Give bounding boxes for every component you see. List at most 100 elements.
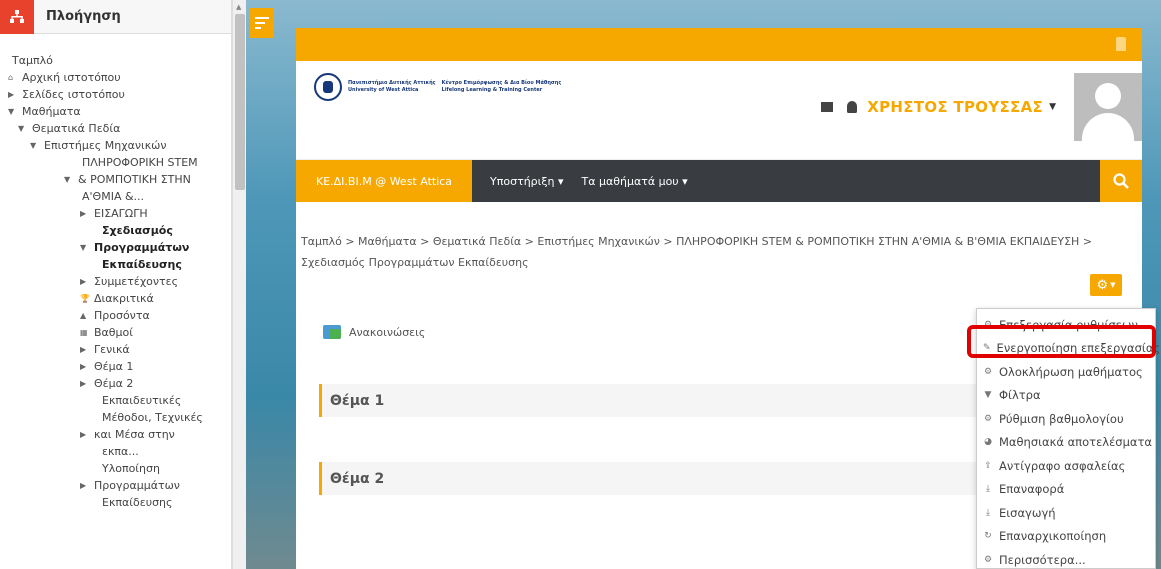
support-menu[interactable]: Υποστήριξη ▾ <box>490 175 563 188</box>
right-icon: ▶ <box>8 90 15 99</box>
sidebar-item-label: & ΡΟΜΠΟΤΙΚΗ ΣΤΗΝ <box>78 173 191 186</box>
sidebar-item[interactable]: ▶ Θέμα 2 <box>8 375 231 392</box>
menu-item[interactable]: ⤓ Εισαγωγή <box>977 501 1155 525</box>
down-icon: ▼ <box>18 124 25 133</box>
sidebar-item-label: Θέμα 1 <box>94 360 134 373</box>
sitemap-icon <box>0 0 34 34</box>
trophy-icon: 🏆 <box>80 294 90 303</box>
screen: { "sidebar": { "title": "Πλοήγηση", "ite… <box>0 0 1161 569</box>
menu-item[interactable]: ⇪ Αντίγραφο ασφαλείας <box>977 454 1155 478</box>
menu-item[interactable]: ▼ Φίλτρα <box>977 384 1155 408</box>
messages-icon[interactable] <box>821 102 834 112</box>
user-menu-caret-icon[interactable]: ▼ <box>1049 102 1056 112</box>
down-icon: ▼ <box>64 175 71 184</box>
menu-item[interactable]: ⚙ Περισσότερα... <box>977 548 1155 569</box>
notifications-icon[interactable] <box>847 101 858 113</box>
menu-item-label: Φίλτρα <box>999 388 1041 403</box>
scrollbar-thumb[interactable] <box>235 14 245 190</box>
support-label: Υποστήριξη <box>490 174 555 188</box>
gear-icon: ⚙ <box>983 413 993 424</box>
logo-line-4: Lifelong Learning & Training Center <box>441 87 543 93</box>
table-icon: ▦ <box>80 328 88 337</box>
download-icon: ⤓ <box>986 507 990 518</box>
brand-link[interactable]: ΚΕ.ΔΙ.ΒΙ.Μ @ West Attica <box>296 160 473 202</box>
pie-icon: ◕ <box>984 437 992 448</box>
search-icon <box>1113 173 1129 189</box>
sidebar-item[interactable]: ▲ Προσόντα <box>8 307 231 324</box>
sidebar-item[interactable]: ▼ Μαθήματα <box>8 103 231 120</box>
sidebar-item[interactable]: ▼ Προγραμμάτων <box>8 239 231 256</box>
sidebar-item-label: Επιστήμες Μηχανικών <box>44 139 167 152</box>
sidebar-item[interactable]: Ταμπλό <box>8 52 231 69</box>
user-icon[interactable] <box>1116 37 1126 51</box>
sidebar-item-label: Θέμα 2 <box>94 377 134 390</box>
scroll-up-icon[interactable]: ▲ <box>236 3 241 11</box>
sidebar-item-label: Προγραμμάτων <box>94 479 180 492</box>
menu-item[interactable]: ⤓ Επαναφορά <box>977 478 1155 502</box>
section-topic-1[interactable]: Θέμα 1 <box>319 384 979 417</box>
sidebar-item[interactable]: ▶ Θέμα 1 <box>8 358 231 375</box>
sidebar-item-label: Βαθμοί <box>94 326 133 339</box>
sidebar-item[interactable]: εκπα... <box>8 443 231 460</box>
filter-icon: ▼ <box>984 390 992 401</box>
site-logo[interactable]: Πανεπιστήμιο Δυτικής Αττικής University o… <box>314 73 561 101</box>
sidebar-item[interactable]: Εκπαίδευσης <box>8 494 231 511</box>
sidebar-item[interactable]: Υλοποίηση <box>8 460 231 477</box>
university-seal-icon <box>314 73 342 101</box>
user-area: ΧΡΗΣΤΟΣ ΤΡΟΥΣΣΑΣ ▼ <box>821 73 1142 141</box>
search-button[interactable] <box>1100 160 1142 202</box>
sidebar-item-label: Προγραμμάτων <box>94 241 190 254</box>
top-bar <box>296 28 1142 61</box>
sidebar-scrollbar[interactable]: ▲ <box>232 0 246 569</box>
sidebar-item[interactable]: Μέθοδοι, Τεχνικές <box>8 409 231 426</box>
sidebar-item[interactable]: ▦ Βαθμοί <box>8 324 231 341</box>
user-name[interactable]: ΧΡΗΣΤΟΣ ΤΡΟΥΣΣΑΣ <box>867 98 1043 116</box>
highlight-annotation <box>967 325 1156 358</box>
sidebar-item[interactable]: ▶ Σελίδες ιστοτόπου <box>8 86 231 103</box>
menu-item-label: Ολοκλήρωση μαθήματος <box>999 364 1143 379</box>
breadcrumb[interactable]: Ταμπλό > Μαθήματα > Θεματικά Πεδία > Επι… <box>301 231 1136 273</box>
sidebar-item[interactable]: ⌂ Αρχική ιστοτόπου <box>8 69 231 86</box>
menu-item[interactable]: ↻ Επαναρχικοποίηση <box>977 525 1155 549</box>
section-topic-2[interactable]: Θέμα 2 <box>319 462 979 495</box>
drawer-toggle-button[interactable] <box>250 8 274 38</box>
sidebar-item[interactable]: ▼ & ΡΟΜΠΟΤΙΚΗ ΣΤΗΝ <box>8 171 231 188</box>
menu-item[interactable]: ⚙ Ρύθμιση βαθμολογίου <box>977 407 1155 431</box>
course-actions-button[interactable]: ⚙ ▼ <box>1090 274 1122 296</box>
sidebar-item[interactable]: ▶ Συμμετέχοντες <box>8 273 231 290</box>
sidebar-item[interactable]: ▶ Γενικά <box>8 341 231 358</box>
navigation-header: Πλοήγηση <box>0 0 231 34</box>
sidebar-item[interactable]: ▶ και Μέσα στην <box>8 426 231 443</box>
sidebar-item[interactable]: ▶ Προγραμμάτων <box>8 477 231 494</box>
sidebar-item-label: Σχεδιασμός <box>102 224 173 237</box>
menu-item[interactable]: ⚙ Ολοκλήρωση μαθήματος <box>977 360 1155 384</box>
upload-icon: ⇪ <box>984 460 992 471</box>
download-icon: ⤓ <box>986 484 990 495</box>
sidebar-item[interactable]: Εκπαίδευσης <box>8 256 231 273</box>
sidebar-item[interactable]: ▼ Θεματικά Πεδία <box>8 120 231 137</box>
home-icon: ⌂ <box>8 73 14 82</box>
sidebar-item[interactable]: Εκπαιδευτικές <box>8 392 231 409</box>
sidebar-item[interactable]: ▶ ΕΙΣΑΓΩΓΗ <box>8 205 231 222</box>
sidebar-item-label: Γενικά <box>94 343 130 356</box>
announcements-link[interactable]: Ανακοινώσεις <box>323 325 425 339</box>
sidebar-item-label: Υλοποίηση <box>102 462 160 475</box>
sidebar-item-label: Σελίδες ιστοτόπου <box>22 88 125 101</box>
sidebar-item[interactable]: Α'ΘΜΙΑ &... <box>8 188 231 205</box>
sidebar-item-label: και Μέσα στην <box>94 428 175 441</box>
sidebar-item-label: εκπα... <box>102 445 139 458</box>
menu-item-label: Επαναρχικοποίηση <box>999 529 1107 544</box>
navigation-tree: Ταμπλό ⌂ Αρχική ιστοτόπου ▶ Σελίδες ιστοτόπο… <box>0 34 231 511</box>
right-icon: ▶ <box>80 209 87 218</box>
sidebar-item-label: Διακριτικά <box>94 292 154 305</box>
sidebar-item[interactable]: ▼ Επιστήμες Μηχανικών <box>8 137 231 154</box>
sidebar-item-label: Θεματικά Πεδία <box>32 122 121 135</box>
sidebar-item-label: ΕΙΣΑΓΩΓΗ <box>94 207 148 220</box>
sidebar-item[interactable]: Σχεδιασμός <box>8 222 231 239</box>
sidebar-item-label: Συμμετέχοντες <box>94 275 179 288</box>
my-courses-menu[interactable]: Τα μαθήματά μου ▾ <box>582 175 688 188</box>
sidebar-item[interactable]: ΠΛΗΡΟΦΟΡΙΚΗ STEM <box>8 154 231 171</box>
menu-item[interactable]: ◕ Μαθησιακά αποτελέσματα <box>977 431 1155 455</box>
avatar[interactable] <box>1074 73 1142 141</box>
sidebar-item[interactable]: 🏆 Διακριτικά <box>8 290 231 307</box>
